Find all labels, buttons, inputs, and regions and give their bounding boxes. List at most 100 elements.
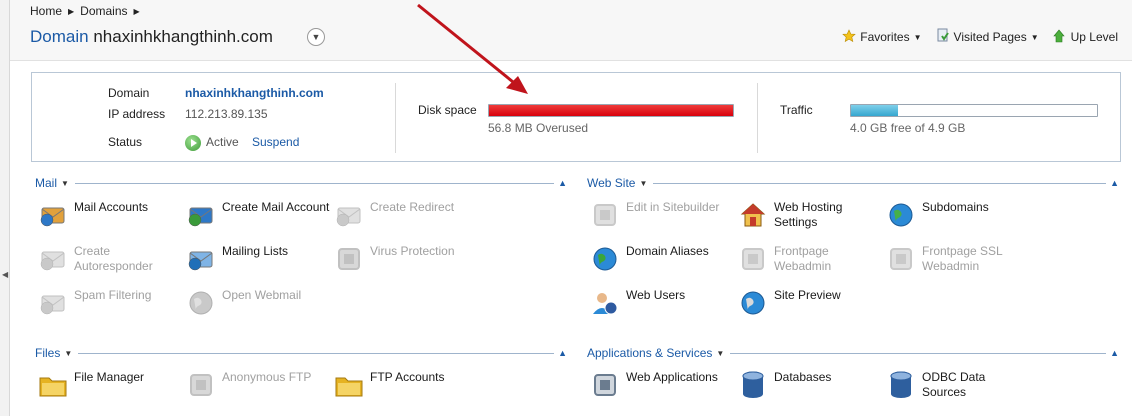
apps-section-header[interactable]: Applications & Services ▼ ▲ bbox=[587, 345, 1119, 361]
page-title-lead: Domain bbox=[30, 27, 89, 46]
tool-file-manager[interactable]: File Manager bbox=[38, 370, 184, 400]
tool-autoresponder: Create Autoresponder bbox=[38, 244, 184, 274]
hosting-settings-icon bbox=[738, 200, 768, 230]
create-mail-account-icon bbox=[186, 200, 216, 230]
tool-frontpage: Frontpage Webadmin bbox=[738, 244, 884, 274]
tool-virus-protection: Virus Protection bbox=[334, 244, 480, 274]
chevron-down-icon: ▼ bbox=[61, 178, 69, 188]
traffic-caption: 4.0 GB free of 4.9 GB bbox=[850, 121, 966, 135]
status-value: Active bbox=[206, 135, 239, 149]
mail-section-title[interactable]: Mail bbox=[35, 176, 57, 190]
left-frame-edge[interactable]: ◀ bbox=[0, 0, 10, 416]
breadcrumb-domains[interactable]: Domains bbox=[80, 4, 127, 18]
divider bbox=[730, 352, 1107, 354]
tool-ftp-accounts[interactable]: FTP Accounts bbox=[334, 370, 480, 400]
tool-label: Frontpage Webadmin bbox=[774, 244, 832, 273]
apps-section-title[interactable]: Applications & Services bbox=[587, 346, 712, 360]
domain-label: Domain bbox=[108, 86, 150, 100]
page-title: Domain nhaxinhkhangthinh.com bbox=[30, 27, 273, 47]
visited-pages-button[interactable]: Visited Pages ▼ bbox=[936, 28, 1039, 46]
favorites-button[interactable]: Favorites ▼ bbox=[842, 28, 922, 46]
tool-odbc[interactable]: ODBC Data Sources bbox=[886, 370, 1032, 400]
tool-label: Mail Accounts bbox=[74, 200, 149, 214]
file-manager-icon bbox=[38, 370, 68, 400]
annotation-arrow-icon bbox=[417, 3, 528, 94]
tool-label: Frontpage SSL Webadmin bbox=[922, 244, 1003, 273]
tool-label: Domain Aliases bbox=[626, 244, 709, 258]
frontpage-icon bbox=[738, 244, 768, 274]
breadcrumb-separator-icon: ▶ bbox=[133, 6, 140, 16]
tool-subdomains[interactable]: Subdomains bbox=[886, 200, 1032, 230]
collapse-chevron-up-icon[interactable]: ▲ bbox=[558, 178, 567, 188]
chevron-down-icon: ▼ bbox=[1030, 32, 1039, 42]
tool-spam-filtering: Spam Filtering bbox=[38, 288, 184, 318]
tool-create-mail-account[interactable]: Create Mail Account bbox=[186, 200, 332, 230]
mailing-lists-icon bbox=[186, 244, 216, 274]
visited-pages-label: Visited Pages bbox=[953, 30, 1027, 44]
divider bbox=[74, 182, 555, 184]
traffic-label: Traffic bbox=[780, 103, 813, 117]
up-arrow-icon bbox=[1052, 29, 1067, 46]
divider bbox=[757, 83, 758, 153]
tool-hosting-settings[interactable]: Web Hosting Settings bbox=[738, 200, 884, 230]
collapse-grip-icon[interactable]: ◀ bbox=[2, 270, 8, 279]
site-preview-icon bbox=[738, 288, 768, 318]
domain-switcher-chevron-down-icon[interactable]: ▼ bbox=[307, 28, 325, 46]
tool-frontpage-ssl: Frontpage SSL Webadmin bbox=[886, 244, 1032, 274]
collapse-chevron-up-icon[interactable]: ▲ bbox=[1110, 348, 1119, 358]
status-label: Status bbox=[108, 135, 143, 149]
odbc-icon bbox=[886, 370, 916, 400]
tool-label: Mailing Lists bbox=[222, 244, 289, 258]
tool-label: Open Webmail bbox=[222, 288, 302, 302]
tool-domain-aliases[interactable]: Domain Aliases bbox=[590, 244, 736, 274]
domain-value-link[interactable]: nhaxinhkhangthinh.com bbox=[185, 86, 324, 100]
divider bbox=[78, 352, 555, 354]
domain-aliases-icon bbox=[590, 244, 620, 274]
files-section-title[interactable]: Files bbox=[35, 346, 60, 360]
autoresponder-icon bbox=[38, 244, 68, 274]
ftp-accounts-icon bbox=[334, 370, 364, 400]
chevron-down-icon: ▼ bbox=[639, 178, 648, 188]
divider bbox=[395, 83, 396, 153]
tool-label: ODBC Data Sources bbox=[922, 370, 986, 399]
subdomains-icon bbox=[886, 200, 916, 230]
divider bbox=[653, 182, 1107, 184]
sitebuilder-icon bbox=[590, 200, 620, 230]
breadcrumb-home[interactable]: Home bbox=[30, 4, 62, 18]
breadcrumb-separator-icon: ▶ bbox=[68, 6, 75, 16]
disk-space-fill bbox=[489, 105, 733, 116]
tool-label: Anonymous FTP bbox=[222, 370, 312, 384]
up-level-button[interactable]: Up Level bbox=[1052, 28, 1118, 46]
tool-mailing-lists[interactable]: Mailing Lists bbox=[186, 244, 332, 274]
tool-label: Create Autoresponder bbox=[74, 244, 153, 273]
tool-site-preview[interactable]: Site Preview bbox=[738, 288, 884, 318]
mail-section-header[interactable]: Mail ▼ ▲ bbox=[35, 175, 567, 191]
traffic-bar bbox=[850, 104, 1098, 117]
suspend-link[interactable]: Suspend bbox=[252, 135, 299, 149]
tool-create-redirect: Create Redirect bbox=[334, 200, 480, 230]
website-section-header[interactable]: Web Site ▼ ▲ bbox=[587, 175, 1119, 191]
disk-space-label: Disk space bbox=[418, 103, 477, 117]
domain-summary-panel: Domain nhaxinhkhangthinh.com IP address … bbox=[31, 72, 1121, 162]
tool-label: Spam Filtering bbox=[74, 288, 152, 302]
collapse-chevron-up-icon[interactable]: ▲ bbox=[558, 348, 567, 358]
tool-databases[interactable]: Databases bbox=[738, 370, 884, 400]
mail-accounts-icon bbox=[38, 200, 68, 230]
toolbar: Favorites ▼ Visited Pages ▼ Up Level bbox=[842, 28, 1118, 46]
history-icon bbox=[936, 28, 950, 46]
tool-web-users[interactable]: Web Users bbox=[590, 288, 736, 318]
tool-label: Web Hosting Settings bbox=[774, 200, 843, 229]
tool-web-applications[interactable]: Web Applications bbox=[590, 370, 736, 400]
tool-anonymous-ftp: Anonymous FTP bbox=[186, 370, 332, 400]
frontpage-ssl-icon bbox=[886, 244, 916, 274]
collapse-chevron-up-icon[interactable]: ▲ bbox=[1110, 178, 1119, 188]
website-section-title[interactable]: Web Site bbox=[587, 176, 635, 190]
page-title-domain: nhaxinhkhangthinh.com bbox=[93, 27, 273, 46]
favorites-label: Favorites bbox=[860, 30, 910, 44]
tool-mail-accounts[interactable]: Mail Accounts bbox=[38, 200, 184, 230]
ip-address-label: IP address bbox=[108, 107, 166, 121]
tool-label: Site Preview bbox=[774, 288, 841, 302]
webmail-icon bbox=[186, 288, 216, 318]
files-section-header[interactable]: Files ▼ ▲ bbox=[35, 345, 567, 361]
tool-label: Web Applications bbox=[626, 370, 718, 384]
